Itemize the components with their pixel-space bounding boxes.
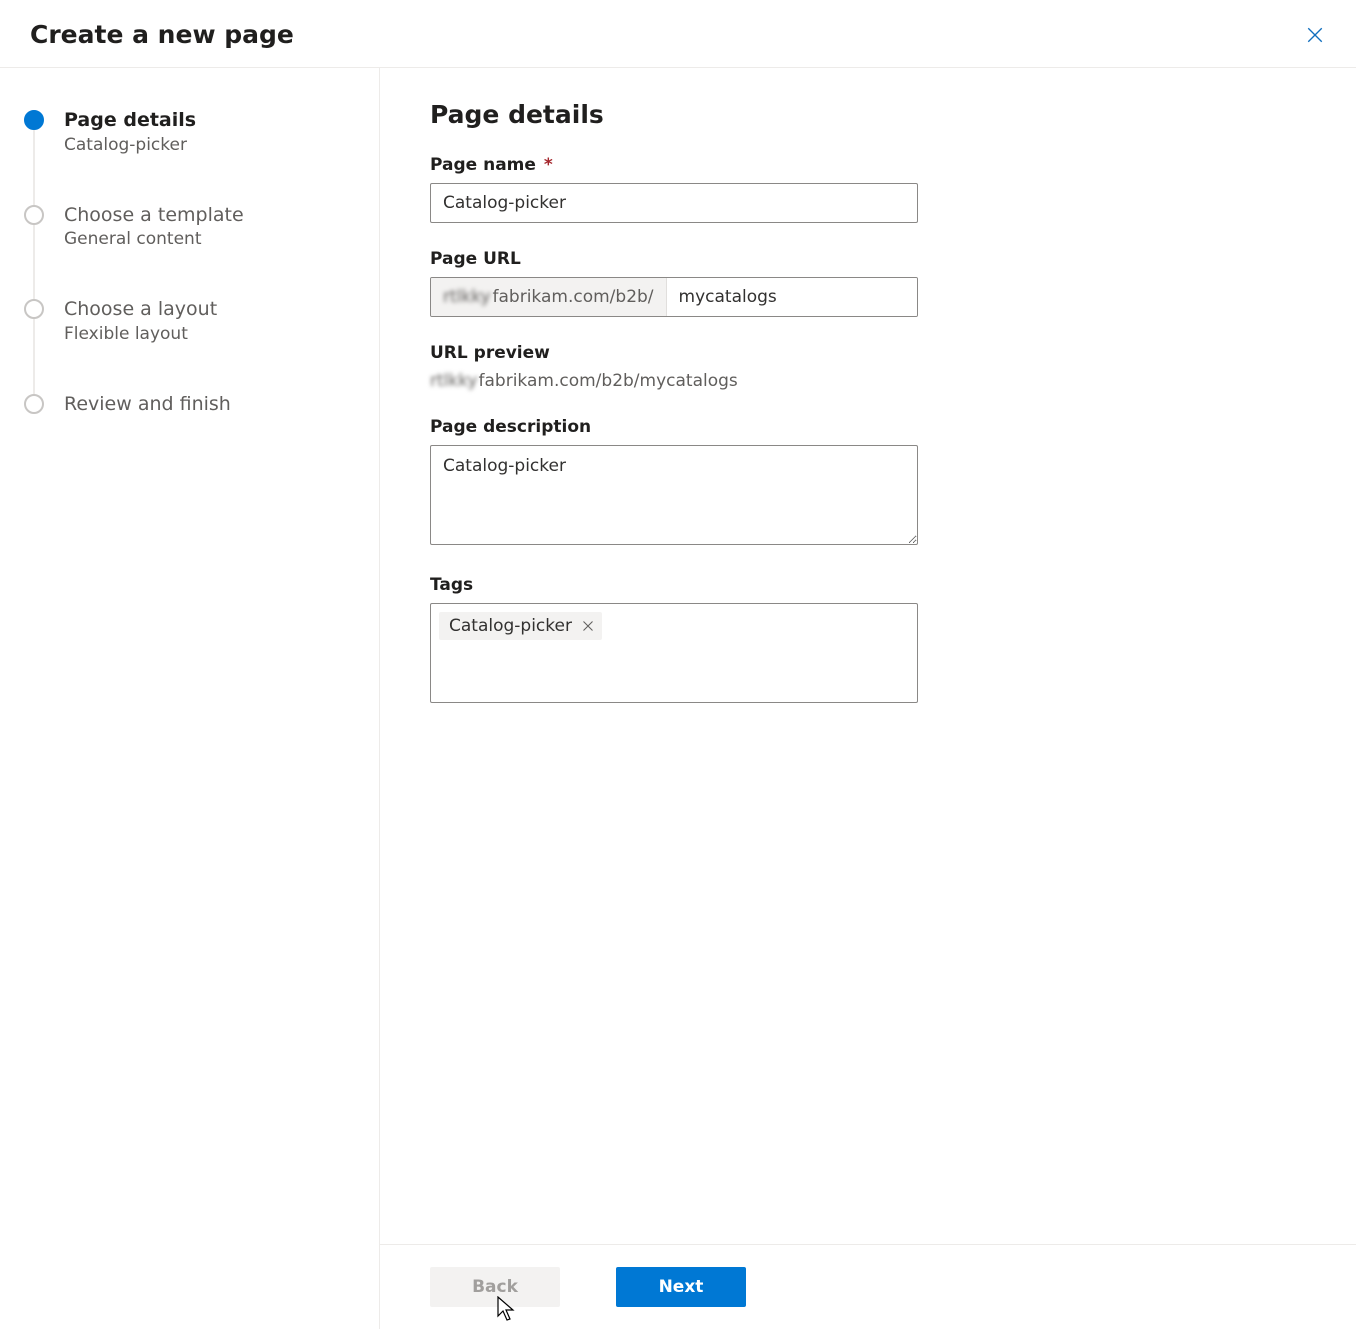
- field-url-preview: URL preview rtlkkyfabrikam.com/b2b/mycat…: [430, 343, 1306, 391]
- step-subtitle: General content: [64, 229, 244, 249]
- url-preview-value: rtlkkyfabrikam.com/b2b/mycatalogs: [430, 371, 1306, 391]
- tag-label: Catalog-picker: [449, 616, 572, 636]
- dialog-header: Create a new page: [0, 0, 1356, 68]
- page-url-prefix: rtlkkyfabrikam.com/b2b/: [431, 278, 667, 316]
- wizard-footer: Back Next: [380, 1244, 1356, 1329]
- page-description-label: Page description: [430, 417, 1306, 437]
- tags-input-box[interactable]: Catalog-picker: [430, 603, 918, 703]
- step-marker-icon: [24, 299, 44, 319]
- close-icon: [1306, 26, 1324, 44]
- step-title: Choose a layout: [64, 297, 217, 322]
- step-subtitle: Catalog-picker: [64, 135, 196, 155]
- step-title: Review and finish: [64, 392, 231, 417]
- page-name-label: Page name: [430, 155, 536, 175]
- field-page-name: Page name *: [430, 155, 1306, 223]
- content-heading: Page details: [430, 100, 1306, 129]
- wizard-steps-sidebar: Page details Catalog-picker Choose a tem…: [0, 68, 380, 1329]
- tags-label: Tags: [430, 575, 1306, 595]
- step-choose-layout[interactable]: Choose a layout Flexible layout: [24, 297, 359, 392]
- step-marker-icon: [24, 110, 44, 130]
- close-icon: [582, 620, 594, 632]
- url-preview-label: URL preview: [430, 343, 1306, 363]
- dialog-title: Create a new page: [30, 20, 294, 49]
- step-page-details[interactable]: Page details Catalog-picker: [24, 108, 359, 203]
- required-indicator: *: [544, 155, 553, 175]
- tag-chip: Catalog-picker: [439, 612, 602, 640]
- field-page-url: Page URL rtlkkyfabrikam.com/b2b/: [430, 249, 1306, 317]
- page-name-input[interactable]: [430, 183, 918, 223]
- page-url-group: rtlkkyfabrikam.com/b2b/: [430, 277, 918, 317]
- field-page-description: Page description: [430, 417, 1306, 549]
- step-review-finish[interactable]: Review and finish: [24, 392, 359, 417]
- page-url-label: Page URL: [430, 249, 1306, 269]
- step-subtitle: Flexible layout: [64, 324, 217, 344]
- step-choose-template[interactable]: Choose a template General content: [24, 203, 359, 298]
- step-marker-icon: [24, 394, 44, 414]
- page-description-input[interactable]: [430, 445, 918, 545]
- form-content: Page details Page name * Page URL rtlkky…: [380, 68, 1356, 1244]
- step-marker-icon: [24, 205, 44, 225]
- field-tags: Tags Catalog-picker: [430, 575, 1306, 703]
- step-title: Page details: [64, 108, 196, 133]
- page-url-input[interactable]: [667, 278, 917, 316]
- next-button[interactable]: Next: [616, 1267, 746, 1307]
- close-button[interactable]: [1302, 22, 1328, 48]
- step-title: Choose a template: [64, 203, 244, 228]
- back-button[interactable]: Back: [430, 1267, 560, 1307]
- tag-remove-button[interactable]: [582, 620, 594, 632]
